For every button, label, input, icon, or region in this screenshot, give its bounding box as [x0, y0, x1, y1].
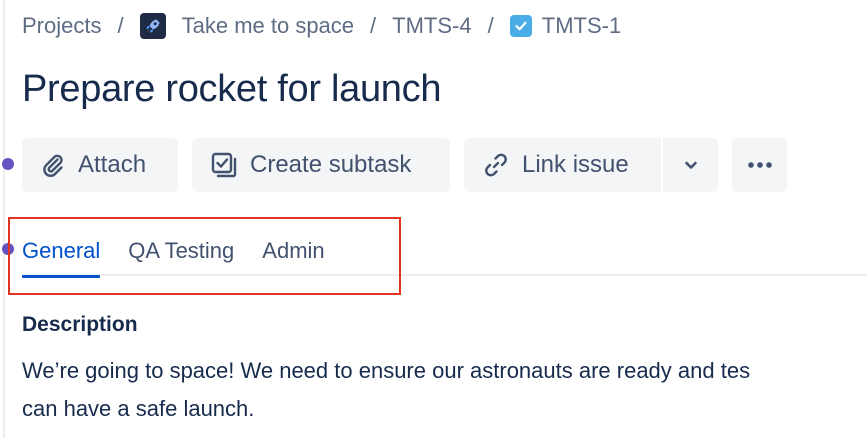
- breadcrumb-project-label: Take me to space: [181, 13, 355, 38]
- subtask-icon: [211, 152, 237, 178]
- left-rail: [2, 0, 14, 438]
- breadcrumb: Projects / Take me to space / TMTS-4 / T…: [22, 10, 621, 42]
- breadcrumb-separator: /: [370, 13, 377, 38]
- description-line: We’re going to space! We need to ensure …: [22, 358, 751, 383]
- issue-toolbar: Attach Create subtask Link issue: [22, 138, 787, 192]
- description-body[interactable]: We’re going to space! We need to ensure …: [22, 352, 866, 428]
- description-line: can have a safe launch.: [22, 396, 255, 421]
- attach-button[interactable]: Attach: [22, 138, 178, 192]
- more-actions-button[interactable]: [732, 138, 787, 192]
- breadcrumb-issue[interactable]: TMTS-1: [509, 13, 622, 39]
- breadcrumb-project[interactable]: Take me to space: [139, 13, 355, 39]
- more-horizontal-icon: [747, 162, 772, 168]
- breadcrumb-parent-issue[interactable]: TMTS-4: [392, 13, 471, 39]
- create-subtask-button[interactable]: Create subtask: [192, 138, 450, 192]
- link-issue-button-label: Link issue: [522, 151, 629, 178]
- breadcrumb-issue-label: TMTS-1: [541, 13, 622, 38]
- link-icon: [485, 153, 507, 177]
- link-issue-split-button: Link issue: [464, 138, 718, 192]
- link-issue-button[interactable]: Link issue: [464, 138, 661, 192]
- create-subtask-button-label: Create subtask: [250, 151, 412, 178]
- attach-button-label: Attach: [78, 151, 147, 178]
- rail-marker-dot: [2, 158, 14, 170]
- issue-title[interactable]: Prepare rocket for launch: [22, 68, 441, 111]
- description-heading: Description: [22, 313, 138, 336]
- breadcrumb-separator: /: [117, 13, 124, 38]
- task-checkbox-icon: [509, 15, 532, 37]
- rocket-icon: [139, 13, 166, 39]
- chevron-down-icon: [684, 161, 697, 169]
- tabs-highlight-annotation: [8, 217, 401, 295]
- breadcrumb-separator: /: [487, 13, 494, 38]
- breadcrumb-projects[interactable]: Projects: [22, 13, 101, 39]
- paperclip-icon: [43, 154, 63, 177]
- link-issue-dropdown-button[interactable]: [663, 138, 718, 192]
